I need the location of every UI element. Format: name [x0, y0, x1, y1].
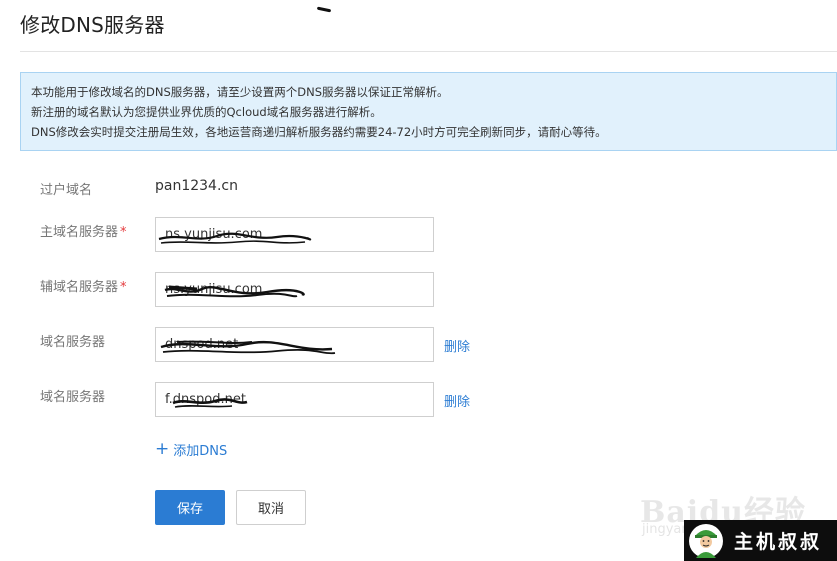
- secondary-dns-label: 辅域名服务器 *: [40, 280, 127, 295]
- stray-mark: [316, 6, 332, 13]
- notice-line-1: 本功能用于修改域名的DNS服务器，请至少设置两个DNS服务器以保证正常解析。: [31, 85, 449, 99]
- badge-text: 主机叔叔: [734, 531, 823, 553]
- dns-server-3-row: 域名服务器 删除: [0, 327, 837, 363]
- required-mark: *: [120, 280, 127, 295]
- secondary-dns-row: 辅域名服务器 *: [0, 272, 837, 308]
- primary-dns-label: 主域名服务器 *: [40, 225, 127, 240]
- notice-line-2: 新注册的域名默认为您提供业界优质的Qcloud域名服务器进行解析。: [31, 105, 382, 119]
- secondary-dns-input[interactable]: [155, 272, 434, 307]
- site-badge: 主机叔叔: [684, 520, 837, 561]
- add-dns-label: 添加DNS: [173, 444, 228, 459]
- mascot-icon: [689, 523, 723, 558]
- baidu-jingyan-watermark-sub: jingyan: [642, 522, 690, 537]
- dns-server-4-label: 域名服务器: [40, 390, 106, 405]
- cancel-button[interactable]: 取消: [236, 490, 306, 525]
- plus-icon: +: [155, 439, 170, 459]
- add-dns-link[interactable]: + 添加DNS: [155, 439, 228, 460]
- domain-label: 过户域名: [40, 183, 93, 198]
- dns-server-3-input[interactable]: [155, 327, 434, 362]
- notice-line-3: DNS修改会实时提交注册局生效，各地运营商递归解析服务器约需要24-72小时方可…: [31, 125, 607, 139]
- dns-server-3-label: 域名服务器: [40, 335, 106, 350]
- title-divider: [20, 51, 837, 52]
- info-notice: 本功能用于修改域名的DNS服务器，请至少设置两个DNS服务器以保证正常解析。 新…: [20, 72, 837, 151]
- domain-row: 过户域名 pan1234.cn: [0, 177, 837, 213]
- domain-value: pan1234.cn: [155, 178, 238, 194]
- primary-dns-row: 主域名服务器 *: [0, 217, 837, 253]
- delete-dns-server-3-link[interactable]: 删除: [444, 336, 470, 355]
- primary-dns-input[interactable]: [155, 217, 434, 252]
- dns-server-4-input[interactable]: [155, 382, 434, 417]
- save-button[interactable]: 保存: [155, 490, 225, 525]
- page-title: 修改DNS服务器: [20, 13, 165, 37]
- required-mark: *: [120, 225, 127, 240]
- dns-server-4-row: 域名服务器 删除: [0, 382, 837, 418]
- delete-dns-server-4-link[interactable]: 删除: [444, 391, 470, 410]
